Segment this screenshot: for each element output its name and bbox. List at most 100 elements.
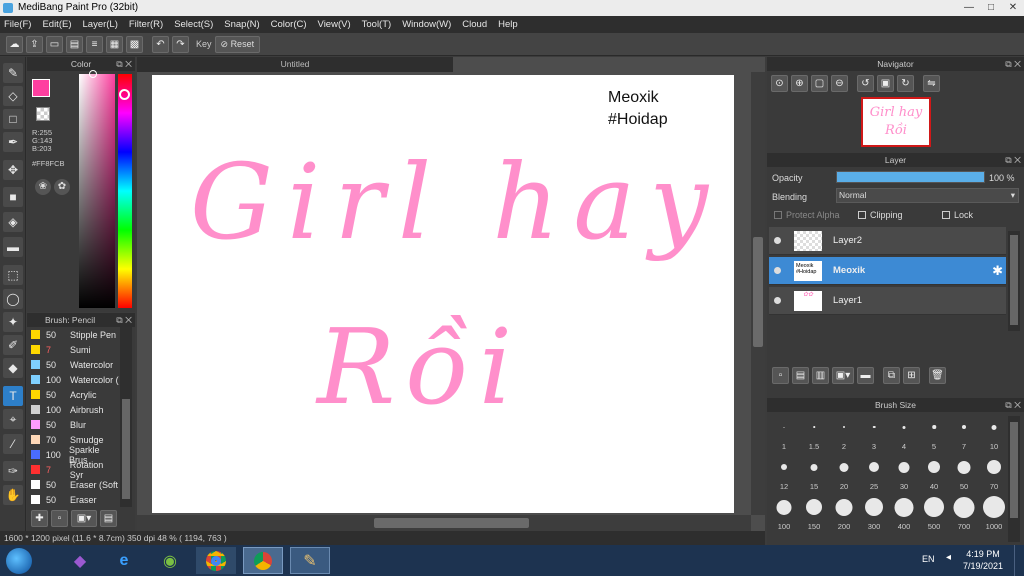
- brush-item[interactable]: 50 Acrylic: [27, 387, 119, 402]
- brush-size-option[interactable]: 200: [829, 495, 859, 531]
- menu-edit[interactable]: Edit(E): [42, 19, 71, 30]
- list-icon[interactable]: ≡: [86, 35, 103, 53]
- undo-icon[interactable]: ↶: [152, 35, 169, 53]
- layer-row[interactable]: ✿✿ Layer1: [769, 287, 1006, 315]
- minimize-button[interactable]: —: [958, 0, 980, 16]
- volume-icon[interactable]: ◂: [946, 552, 951, 563]
- brush-size-option[interactable]: 12: [769, 455, 799, 491]
- menu-view[interactable]: View(V): [318, 19, 351, 30]
- fill-rect-tool-icon[interactable]: ■: [3, 187, 23, 207]
- brush-size-option[interactable]: 1: [769, 415, 799, 451]
- menu-select[interactable]: Select(S): [174, 19, 213, 30]
- brush-list-scrollbar[interactable]: [120, 327, 132, 507]
- brush-size-option[interactable]: 10: [979, 415, 1009, 451]
- system-clock[interactable]: 4:19 PM 7/19/2021: [958, 548, 1008, 572]
- eyedropper-tool-icon[interactable]: ⁄: [3, 434, 23, 454]
- eye-icon[interactable]: [774, 267, 781, 274]
- merge-layer-icon[interactable]: ⊞: [903, 367, 920, 384]
- rotate-left-icon[interactable]: ↺: [857, 75, 874, 92]
- panel-close-icon[interactable]: ⧉ ✕: [1005, 398, 1021, 412]
- menu-snap[interactable]: Snap(N): [224, 19, 259, 30]
- menu-file[interactable]: File(F): [4, 19, 31, 30]
- move-tool-icon[interactable]: ✥: [3, 160, 23, 180]
- brush-size-option[interactable]: 150: [799, 495, 829, 531]
- document-tab[interactable]: Untitled: [137, 57, 453, 72]
- canvas[interactable]: Meoxik #Hoidap Girl hay Rồi: [152, 75, 734, 513]
- select-eraser-tool-icon[interactable]: ◆: [3, 358, 23, 378]
- layer-row[interactable]: Layer2: [769, 227, 1006, 255]
- brush-size-option[interactable]: 4: [889, 415, 919, 451]
- maximize-button[interactable]: □: [980, 0, 1002, 16]
- add-brush-icon[interactable]: ✚: [31, 510, 48, 527]
- add-layer-menu-icon[interactable]: ▣▾: [832, 367, 854, 384]
- panel-close-icon[interactable]: ⧉ ✕: [116, 313, 132, 327]
- menu-color[interactable]: Color(C): [271, 19, 307, 30]
- clipping-checkbox[interactable]: Clipping: [858, 210, 903, 220]
- opacity-slider[interactable]: [836, 171, 985, 183]
- new-halftone-layer-icon[interactable]: ▤: [792, 367, 809, 384]
- brush-size-option[interactable]: 70: [979, 455, 1009, 491]
- trash-icon[interactable]: 🗑: [929, 367, 946, 384]
- brush-size-option[interactable]: 25: [859, 455, 889, 491]
- panel-close-icon[interactable]: ⧉ ✕: [116, 57, 132, 71]
- hue-slider[interactable]: [118, 74, 132, 308]
- divide-tool-icon[interactable]: ⌖: [3, 409, 23, 429]
- palette-picker-icon[interactable]: ✿: [54, 179, 70, 195]
- brush-size-option[interactable]: 50: [949, 455, 979, 491]
- brush-item[interactable]: 100 Watercolor (: [27, 372, 119, 387]
- grid-icon[interactable]: ▦: [106, 35, 123, 53]
- brush-size-option[interactable]: 1.5: [799, 415, 829, 451]
- lasso-tool-icon[interactable]: ◯: [3, 289, 23, 309]
- brush-item[interactable]: 50 Blur: [27, 417, 119, 432]
- gradient-tool-icon[interactable]: ▬: [3, 237, 23, 257]
- brush-size-option[interactable]: 7: [949, 415, 979, 451]
- palette-icon[interactable]: ❀: [35, 179, 51, 195]
- pen-tool-icon[interactable]: ✒: [3, 132, 23, 152]
- layer-row-selected[interactable]: Meoxik #Hoidap Meoxik ✱: [769, 257, 1006, 285]
- share-icon[interactable]: ⇪: [26, 35, 43, 53]
- brush-size-option[interactable]: 5: [919, 415, 949, 451]
- layer-list-scrollbar[interactable]: [1008, 231, 1020, 331]
- menu-layer[interactable]: Layer(L): [83, 19, 118, 30]
- magic-wand-tool-icon[interactable]: ✦: [3, 312, 23, 332]
- brush-size-option[interactable]: 300: [859, 495, 889, 531]
- primary-color-swatch[interactable]: [32, 79, 50, 97]
- chrome-window-icon[interactable]: [243, 547, 283, 574]
- select-rect-tool-icon[interactable]: ⬚: [3, 265, 23, 285]
- brush-item[interactable]: 50 Eraser (Soft: [27, 477, 119, 492]
- menu-help[interactable]: Help: [498, 19, 518, 30]
- blending-select[interactable]: Normal ▾: [836, 188, 1019, 203]
- bucket-tool-icon[interactable]: ◈: [3, 212, 23, 232]
- medibang-icon[interactable]: ✎: [290, 547, 330, 574]
- comment-icon[interactable]: ▭: [46, 35, 63, 53]
- start-button[interactable]: [2, 547, 36, 574]
- reset-button[interactable]: ⊘ Reset: [214, 35, 261, 53]
- brush-item[interactable]: 100 Airbrush: [27, 402, 119, 417]
- flip-icon[interactable]: ⇋: [923, 75, 940, 92]
- panel-close-icon[interactable]: ⧉ ✕: [1005, 57, 1021, 71]
- brush-size-option[interactable]: 2: [829, 415, 859, 451]
- brush-tool-icon[interactable]: ✎: [3, 63, 23, 83]
- panel-close-icon[interactable]: ⧉ ✕: [1005, 153, 1021, 167]
- visual-studio-icon[interactable]: ◆: [60, 547, 100, 574]
- eye-icon[interactable]: [774, 297, 781, 304]
- apps-icon[interactable]: ▩: [126, 35, 143, 53]
- transparent-color-swatch[interactable]: [36, 107, 50, 121]
- canvas-vertical-scrollbar[interactable]: [751, 72, 765, 515]
- text-tool-icon[interactable]: T: [3, 386, 23, 406]
- new-8bit-layer-icon[interactable]: ▥: [812, 367, 829, 384]
- zoom-out-icon[interactable]: ⊖: [831, 75, 848, 92]
- hand-tool-icon[interactable]: ✋: [3, 485, 23, 505]
- navigator-preview[interactable]: Girl hay Rồi: [861, 97, 931, 147]
- brush-size-option[interactable]: 700: [949, 495, 979, 531]
- chrome-icon[interactable]: [196, 547, 236, 574]
- brush-size-option[interactable]: 15: [799, 455, 829, 491]
- eraser-tool-icon[interactable]: ◇: [3, 86, 23, 106]
- hue-slider-handle[interactable]: [119, 89, 130, 100]
- new-layer-icon[interactable]: ▫: [772, 367, 789, 384]
- brush-item[interactable]: 50 Watercolor: [27, 357, 119, 372]
- cloud-icon[interactable]: ☁: [6, 35, 23, 53]
- reset-view-icon[interactable]: ▣: [877, 75, 894, 92]
- close-button[interactable]: ✕: [1002, 0, 1024, 16]
- fit-screen-icon[interactable]: ▢: [811, 75, 828, 92]
